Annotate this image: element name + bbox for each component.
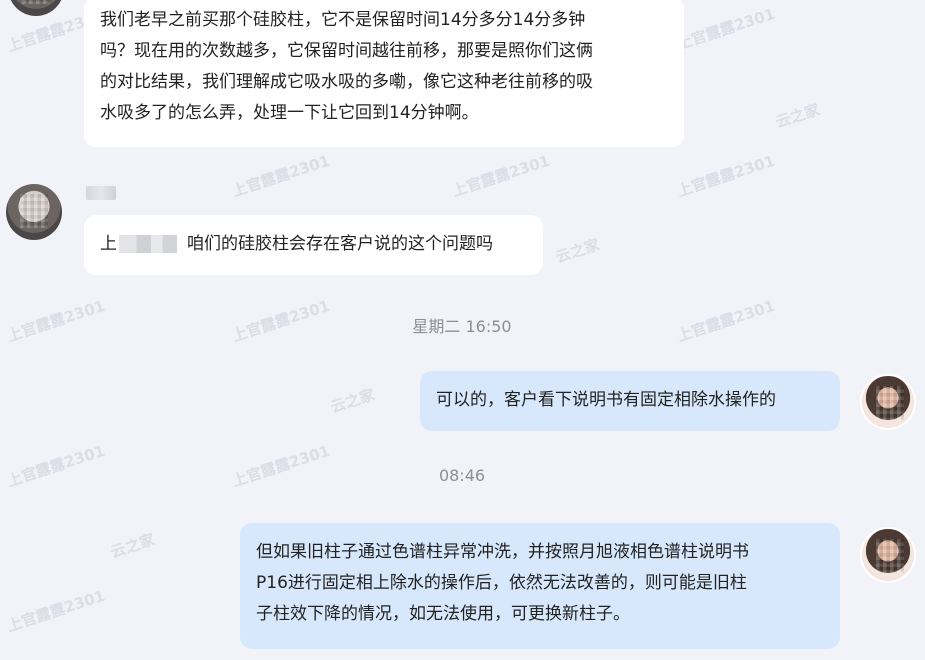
watermark: 云之家: [773, 100, 822, 132]
mention-name-blurred: [119, 235, 177, 253]
message-line: 吗？现在用的次数越多，它保留时间越往前移，那要是照你们这俩: [100, 41, 593, 61]
avatar-pixelation: [876, 386, 904, 420]
watermark: 上官露露2301: [229, 151, 333, 201]
watermark: 上官露露2301: [674, 296, 778, 346]
message-line: 的对比结果，我们理解成它吸水吸的多嘞，像它这种老往前移的吸: [100, 72, 593, 92]
incoming-message[interactable]: 上 咱们的硅胶柱会存在客户说的这个问题吗: [84, 215, 543, 275]
sender-name-blurred: [86, 186, 116, 200]
avatar[interactable]: [860, 374, 916, 430]
message-line: P16进行固定相上除水的操作后，依然无法改善的，则可能是旧柱: [256, 573, 747, 593]
message-line: 子柱效下降的情况，如无法使用，可更换新柱子。: [256, 604, 630, 624]
avatar[interactable]: [860, 527, 916, 583]
avatar[interactable]: [6, 184, 62, 240]
avatar-pixelation: [22, 0, 50, 4]
mention-prefix: 上: [100, 234, 117, 254]
outgoing-message[interactable]: 但如果旧柱子通过色谱柱异常冲洗，并按照月旭液相色谱柱说明书 P16进行固定相上除…: [240, 523, 840, 649]
watermark: 上官露露2301: [674, 151, 778, 201]
message-line: 水吸多了的怎么弄，处理一下让它回到14分钟啊。: [100, 103, 479, 123]
watermark: 上官露露2301: [674, 4, 778, 54]
avatar-pixelation: [20, 194, 48, 228]
watermark: 上官露露2301: [4, 441, 108, 491]
avatar-pixelation: [876, 539, 904, 573]
incoming-message[interactable]: 我们老早之前买那个硅胶柱，它不是保留时间14分多分14分多钟 吗？现在用的次数越…: [84, 0, 684, 147]
watermark: 上官露露2301: [229, 441, 333, 491]
message-text: 可以的，客户看下说明书有固定相除水操作的: [436, 390, 776, 410]
message-text: 咱们的硅胶柱会存在客户说的这个问题吗: [187, 234, 493, 254]
timestamp: 星期二 16:50: [412, 317, 512, 336]
message-line: 我们老早之前买那个硅胶柱，它不是保留时间14分多分14分多钟: [100, 10, 586, 30]
message-line: 但如果旧柱子通过色谱柱异常冲洗，并按照月旭液相色谱柱说明书: [256, 542, 749, 562]
watermark: 上官露露2301: [449, 151, 553, 201]
outgoing-message[interactable]: 可以的，客户看下说明书有固定相除水操作的: [420, 371, 840, 431]
watermark: 上官露露2301: [229, 296, 333, 346]
watermark: 云之家: [108, 530, 157, 562]
watermark: 云之家: [553, 235, 602, 267]
avatar[interactable]: [8, 0, 64, 16]
watermark: 上官露露2301: [4, 586, 108, 636]
watermark: 云之家: [328, 385, 377, 417]
watermark: 上官露露2301: [4, 296, 108, 346]
timestamp: 08:46: [438, 466, 486, 485]
